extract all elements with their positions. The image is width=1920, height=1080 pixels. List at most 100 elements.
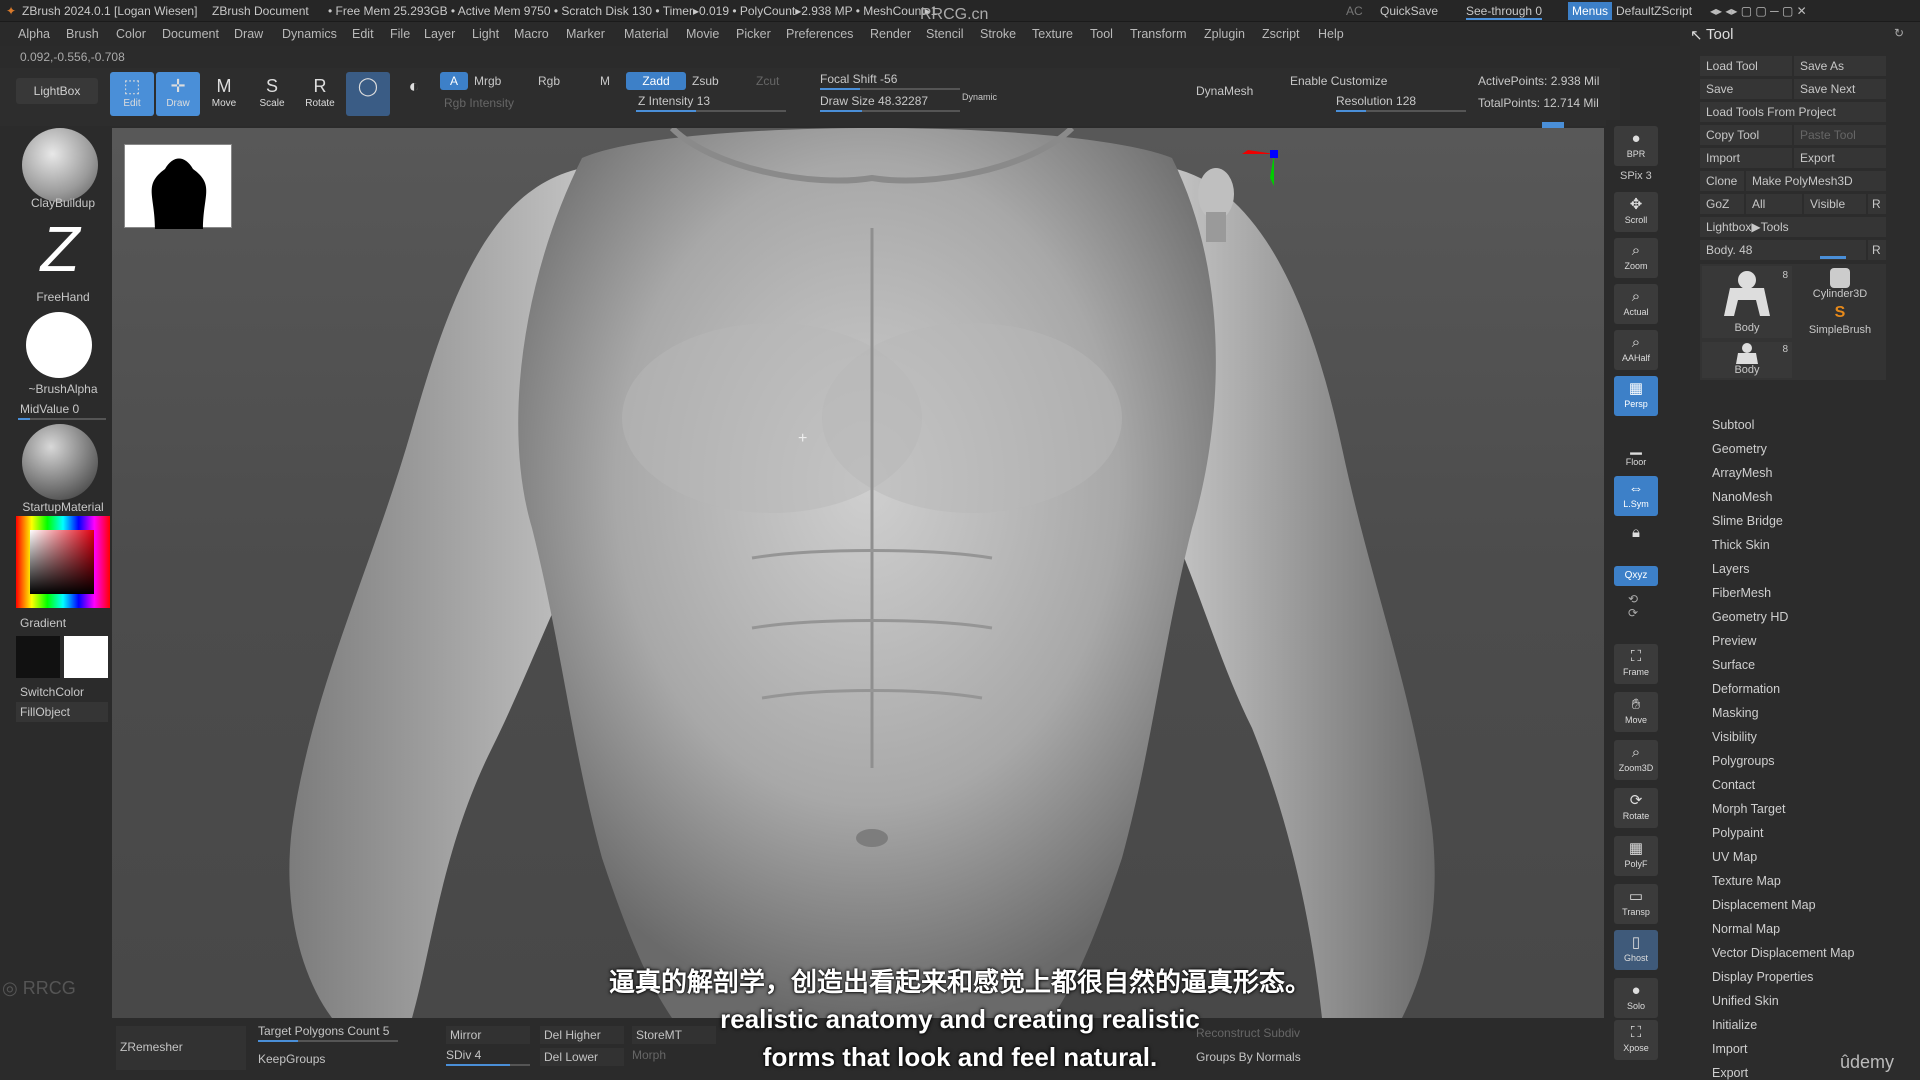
- move-mode-button[interactable]: M Move: [202, 72, 246, 116]
- frame-button[interactable]: ⛶ Frame: [1614, 644, 1658, 684]
- subpalette-layers[interactable]: Layers: [1712, 562, 1750, 576]
- import-button[interactable]: Import: [1700, 148, 1792, 168]
- menu-render[interactable]: Render: [870, 27, 911, 41]
- draw-mode-button[interactable]: ✛ Draw: [156, 72, 200, 116]
- goz-button[interactable]: GoZ: [1700, 194, 1744, 214]
- body-tool-thumb[interactable]: 8 Body: [1702, 266, 1792, 338]
- clay-buildup-brush-icon[interactable]: [22, 128, 98, 202]
- fill-object-button[interactable]: FillObject: [16, 702, 108, 722]
- midvalue-label[interactable]: MidValue 0: [20, 402, 79, 416]
- aahalf-button[interactable]: ⌕ AAHalf: [1614, 330, 1658, 370]
- menus-button[interactable]: Menus: [1568, 2, 1613, 20]
- subpalette-morph-target[interactable]: Morph Target: [1712, 802, 1785, 816]
- scroll-button[interactable]: ✥ Scroll: [1614, 192, 1658, 232]
- zcut-toggle[interactable]: Zcut: [756, 74, 779, 88]
- menu-transform[interactable]: Transform: [1130, 27, 1187, 41]
- mrgb-toggle[interactable]: Mrgb: [474, 74, 501, 88]
- rgb-intensity-slider[interactable]: Rgb Intensity: [444, 96, 514, 110]
- color-picker[interactable]: [16, 516, 110, 608]
- save-as-button[interactable]: Save As: [1794, 56, 1886, 76]
- spix-slider[interactable]: SPix 3: [1620, 170, 1652, 182]
- secondary-color-swatch[interactable]: [16, 636, 60, 678]
- move-view-button[interactable]: ✋︎ Move: [1614, 692, 1658, 732]
- switch-color-button[interactable]: SwitchColor: [20, 685, 84, 699]
- focal-shift-track[interactable]: [820, 88, 960, 90]
- paste-tool-button[interactable]: Paste Tool: [1794, 125, 1886, 145]
- menu-stencil[interactable]: Stencil: [926, 27, 964, 41]
- clone-button[interactable]: Clone: [1700, 171, 1744, 191]
- menu-material[interactable]: Material: [624, 27, 668, 41]
- subpalette-preview[interactable]: Preview: [1712, 634, 1756, 648]
- m-toggle[interactable]: M: [600, 74, 610, 88]
- menu-tool[interactable]: Tool: [1090, 27, 1113, 41]
- menu-brush[interactable]: Brush: [66, 27, 99, 41]
- draw-size-slider[interactable]: Draw Size 48.32287: [820, 94, 928, 108]
- rotate-view-button[interactable]: ⟳ Rotate: [1614, 788, 1658, 828]
- subpalette-surface[interactable]: Surface: [1712, 658, 1755, 672]
- primary-color-swatch[interactable]: [64, 636, 108, 678]
- scale-mode-button[interactable]: S Scale: [250, 72, 294, 116]
- save-next-button[interactable]: Save Next: [1794, 79, 1886, 99]
- simplebrush-tool-thumb[interactable]: S SimpleBrush: [1796, 304, 1884, 340]
- menu-stroke[interactable]: Stroke: [980, 27, 1016, 41]
- subpalette-thick-skin[interactable]: Thick Skin: [1712, 538, 1770, 552]
- menu-help[interactable]: Help: [1318, 27, 1344, 41]
- load-tools-from-project-button[interactable]: Load Tools From Project: [1700, 102, 1886, 122]
- rotate-mode-button[interactable]: R Rotate: [298, 72, 342, 116]
- menu-edit[interactable]: Edit: [352, 27, 374, 41]
- goz-r-button[interactable]: R: [1868, 194, 1886, 214]
- subpalette-uv-map[interactable]: UV Map: [1712, 850, 1757, 864]
- floor-button[interactable]: ▁ Floor: [1614, 434, 1658, 474]
- z-intensity-slider[interactable]: Z Intensity 13: [638, 94, 710, 108]
- focal-shift-slider[interactable]: Focal Shift -56: [820, 72, 897, 86]
- draw-size-track[interactable]: [820, 110, 960, 112]
- subpalette-displacement-map[interactable]: Displacement Map: [1712, 898, 1816, 912]
- resolution-track[interactable]: [1336, 110, 1466, 112]
- gradient-label[interactable]: Gradient: [20, 616, 66, 630]
- subpalette-deformation[interactable]: Deformation: [1712, 682, 1780, 696]
- rotation-axis-icon[interactable]: ⟲ ⟳: [1628, 592, 1638, 620]
- subpalette-polygroups[interactable]: Polygroups: [1712, 754, 1775, 768]
- startup-material-icon[interactable]: [22, 424, 98, 500]
- menu-light[interactable]: Light: [472, 27, 499, 41]
- axis-gizmo-icon[interactable]: [1234, 146, 1282, 196]
- menu-layer[interactable]: Layer: [424, 27, 455, 41]
- subpalette-arraymesh[interactable]: ArrayMesh: [1712, 466, 1772, 480]
- body-tool-thumb-2[interactable]: 8 Body: [1702, 342, 1792, 378]
- canvas-viewport[interactable]: +: [112, 128, 1604, 1018]
- subpalette-subtool[interactable]: Subtool: [1712, 418, 1754, 432]
- subpalette-normal-map[interactable]: Normal Map: [1712, 922, 1780, 936]
- lightbox-tools-button[interactable]: Lightbox▶Tools: [1700, 217, 1886, 237]
- a-toggle[interactable]: A: [440, 72, 468, 90]
- persp-button[interactable]: ▦ Persp: [1614, 376, 1658, 416]
- subpalette-vector-displacement-map[interactable]: Vector Displacement Map: [1712, 946, 1854, 960]
- copy-tool-button[interactable]: Copy Tool: [1700, 125, 1792, 145]
- lsym-button[interactable]: ⇔ L.Sym: [1614, 476, 1658, 516]
- menu-movie[interactable]: Movie: [686, 27, 719, 41]
- rgb-toggle[interactable]: Rgb: [538, 74, 560, 88]
- menu-alpha[interactable]: Alpha: [18, 27, 50, 41]
- brush-alpha-icon[interactable]: [26, 312, 92, 378]
- goz-all-button[interactable]: All: [1746, 194, 1802, 214]
- midvalue-slider[interactable]: [18, 418, 106, 420]
- goz-visible-button[interactable]: Visible: [1804, 194, 1866, 214]
- edit-mode-button[interactable]: ⬚ Edit: [110, 72, 154, 116]
- cylinder3d-tool-thumb[interactable]: Cylinder3D: [1796, 266, 1884, 302]
- bpr-button[interactable]: ● BPR: [1614, 126, 1658, 166]
- export-button[interactable]: Export: [1794, 148, 1886, 168]
- subpalette-geometry[interactable]: Geometry: [1712, 442, 1767, 456]
- zoom-button[interactable]: ⌕ Zoom: [1614, 238, 1658, 278]
- body-r-button[interactable]: R: [1868, 240, 1886, 260]
- subpalette-masking[interactable]: Masking: [1712, 706, 1759, 720]
- menu-macro[interactable]: Macro: [514, 27, 549, 41]
- quicksave-button[interactable]: QuickSave: [1380, 4, 1438, 18]
- menu-marker[interactable]: Marker: [566, 27, 605, 41]
- sphere-brush-button[interactable]: ◯: [346, 72, 390, 116]
- save-button[interactable]: Save: [1700, 79, 1792, 99]
- subpalette-slime-bridge[interactable]: Slime Bridge: [1712, 514, 1783, 528]
- subpalette-polypaint[interactable]: Polypaint: [1712, 826, 1763, 840]
- material-sphere-button[interactable]: ◐: [392, 72, 436, 116]
- actual-button[interactable]: ⌕ Actual: [1614, 284, 1658, 324]
- dynamic-toggle[interactable]: Dynamic: [962, 92, 997, 102]
- menu-picker[interactable]: Picker: [736, 27, 771, 41]
